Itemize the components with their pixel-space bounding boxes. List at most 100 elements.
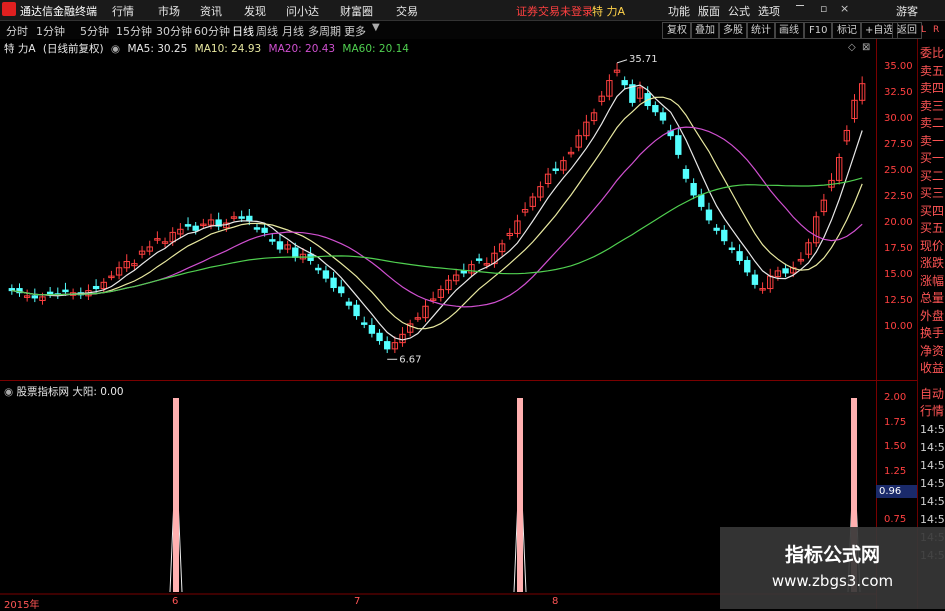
candle-body <box>330 277 337 289</box>
side-time: 14:50 <box>920 441 945 454</box>
side-item[interactable]: 收益 <box>920 359 944 376</box>
kline-chart[interactable]: 35.71 6.67 <box>0 0 945 609</box>
x-label-month: 7 <box>354 596 361 607</box>
side-item[interactable]: 买四 <box>920 202 944 219</box>
side-item[interactable]: 委比 <box>920 44 944 61</box>
y-tick: 15.00 <box>884 269 913 280</box>
candle-body <box>315 267 322 271</box>
side-item[interactable]: 卖一 <box>920 132 944 149</box>
candle-body <box>238 216 245 219</box>
candle-body <box>376 332 383 342</box>
indicator-settings-icon[interactable]: ◉ <box>4 386 13 398</box>
candle-body <box>322 270 330 279</box>
indicator-value: 大阳: 0.00 <box>72 386 124 398</box>
y-tick: 27.50 <box>884 139 913 150</box>
candle-body <box>246 215 253 222</box>
side-item[interactable]: 总量 <box>920 289 944 306</box>
candle-body <box>460 270 467 274</box>
side-item[interactable]: 卖四 <box>920 79 944 96</box>
min-price-label: 6.67 <box>399 354 421 365</box>
indicator-y-tick: 1.25 <box>884 466 907 477</box>
x-label-month: 6 <box>172 596 179 607</box>
ma10-line <box>11 96 863 330</box>
candle-body <box>368 324 376 334</box>
x-label-month: 8 <box>552 596 559 607</box>
side-item[interactable]: 现价 <box>920 237 944 254</box>
side-bottom-item[interactable]: 行情 <box>920 402 944 419</box>
indicator-y-tick: 2.00 <box>884 392 907 403</box>
candle-body <box>92 285 100 290</box>
side-time: 14:50 <box>920 513 945 526</box>
ma20-line <box>11 126 863 308</box>
side-item[interactable]: 卖五 <box>920 62 944 79</box>
candle-body <box>621 80 628 86</box>
side-item[interactable]: 买三 <box>920 184 944 201</box>
side-item[interactable]: 外盘 <box>920 307 944 324</box>
candle-body <box>31 295 38 299</box>
candle-body <box>698 194 705 207</box>
indicator-y-tick: 1.75 <box>884 417 907 428</box>
candle-body <box>46 291 54 295</box>
side-item[interactable]: 买二 <box>920 167 944 184</box>
side-item[interactable]: 涨幅 <box>920 272 944 289</box>
y-tick: 17.50 <box>884 243 913 254</box>
ma60-line <box>11 177 863 296</box>
candle-body <box>705 209 713 221</box>
candle-body <box>261 227 268 233</box>
y-tick: 10.00 <box>884 321 913 332</box>
y-tick: 20.00 <box>884 217 913 228</box>
y-tick: 32.50 <box>884 87 913 98</box>
candle-body <box>353 304 360 317</box>
candle-body <box>253 227 261 230</box>
side-item[interactable]: 卖二 <box>920 114 944 131</box>
candle-body <box>338 286 345 294</box>
candle-body <box>184 224 192 227</box>
side-time: 14:50 <box>920 495 945 508</box>
side-time: 14:50 <box>920 423 945 436</box>
indicator-name: 股票指标网 <box>16 386 70 398</box>
candle-body <box>276 241 284 250</box>
side-time: 14:50 <box>920 459 945 472</box>
indicator-y-tick: 1.50 <box>884 441 907 452</box>
y-tick: 22.50 <box>884 191 913 202</box>
candle-body <box>721 229 728 242</box>
side-l-label[interactable]: L <box>921 25 926 35</box>
indicator-info-line: ◉ 股票指标网 大阳: 0.00 <box>4 384 124 399</box>
y-tick: 30.00 <box>884 113 913 124</box>
watermark-url: www.zbgs3.com <box>771 572 894 590</box>
watermark-title: 指标公式网 <box>784 544 880 566</box>
candle-body <box>384 341 391 350</box>
candle-body <box>292 247 299 258</box>
indicator-bar <box>517 398 523 592</box>
side-r-label[interactable]: R <box>933 25 939 35</box>
side-item[interactable]: 买五 <box>920 219 944 236</box>
candle-body <box>713 227 720 231</box>
y-tick: 12.50 <box>884 295 913 306</box>
side-time: 14:50 <box>920 477 945 490</box>
candle-body <box>269 239 276 242</box>
ma5-line <box>11 84 863 341</box>
candle-body <box>345 301 353 306</box>
side-bottom-item[interactable]: 自动 <box>920 385 944 402</box>
candle-body <box>751 274 759 285</box>
panel-separator <box>0 380 917 381</box>
side-item[interactable]: 卖三 <box>920 97 944 114</box>
max-pointer <box>616 59 628 64</box>
candle-body <box>652 105 659 113</box>
selected-value-box: 0.96 <box>876 485 919 498</box>
candle-body <box>690 183 697 196</box>
candle-body <box>682 168 690 179</box>
indicator-y-tick: 0.75 <box>884 514 907 525</box>
side-item[interactable]: 买一 <box>920 149 944 166</box>
side-item[interactable]: 换手 <box>920 324 944 341</box>
candle-body <box>782 268 789 274</box>
side-item[interactable]: 涨跌 <box>920 254 944 271</box>
indicator-bar <box>173 398 179 592</box>
y-tick: 35.00 <box>884 61 913 72</box>
max-price-label: 35.71 <box>629 54 658 65</box>
candle-body <box>192 225 199 231</box>
side-item[interactable]: 净资 <box>920 342 944 359</box>
candle-body <box>675 135 682 155</box>
candle-body <box>475 258 483 261</box>
candle-body <box>736 251 743 261</box>
